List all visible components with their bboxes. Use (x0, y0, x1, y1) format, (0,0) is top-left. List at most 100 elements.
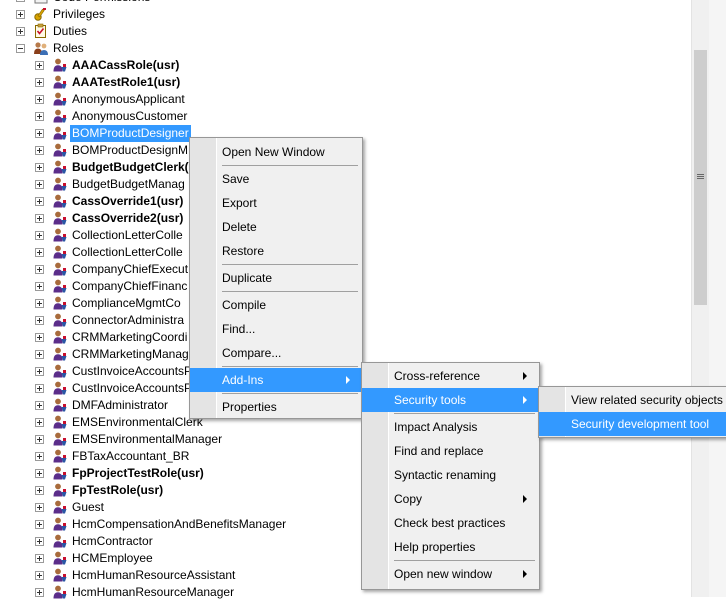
menu-item-find[interactable]: Find... (190, 317, 362, 341)
tree-vertical-scrollbar[interactable] (691, 0, 709, 597)
menu-item-duplicate[interactable]: Duplicate (190, 266, 362, 290)
expand-icon[interactable] (16, 10, 25, 19)
role-icon (52, 533, 68, 549)
menu-item-label: Help properties (394, 540, 476, 554)
submenu-arrow-icon (523, 495, 527, 503)
node-label: DMFAdministrator (72, 398, 169, 412)
menu-item-open-new-window[interactable]: Open New Window (190, 140, 362, 164)
expand-icon[interactable] (35, 78, 44, 87)
expand-icon[interactable] (35, 231, 44, 240)
expand-icon[interactable] (35, 588, 44, 597)
role-icon (52, 567, 68, 583)
scrollbar-grip (697, 176, 704, 177)
menu-item-properties[interactable]: Properties (190, 395, 362, 419)
expand-icon[interactable] (35, 299, 44, 308)
menu-item-label: Check best practices (394, 516, 506, 530)
expand-icon[interactable] (35, 537, 44, 546)
expand-icon[interactable] (16, 0, 25, 2)
add-ins-item-security-tools[interactable]: Security tools (362, 388, 539, 412)
menu-item-label: Delete (222, 220, 257, 234)
node-label: HcmContractor (72, 534, 153, 548)
expand-icon[interactable] (35, 469, 44, 478)
security-tools-item-view-related-security-objects[interactable]: View related security objects (539, 388, 726, 412)
expand-icon[interactable] (35, 282, 44, 291)
expand-icon[interactable] (35, 112, 44, 121)
expand-icon[interactable] (35, 180, 44, 189)
menu-item-compare[interactable]: Compare... (190, 341, 362, 365)
add-ins-item-cross-reference[interactable]: Cross-reference (362, 364, 539, 388)
menu-item-save[interactable]: Save (190, 167, 362, 191)
expand-icon[interactable] (35, 452, 44, 461)
security-tools-item-security-development-tool[interactable]: Security development tool (539, 412, 726, 436)
expand-icon[interactable] (35, 571, 44, 580)
menu-separator (222, 291, 358, 292)
role-icon (52, 91, 68, 107)
submenu-arrow-icon (523, 570, 527, 578)
role-icon (52, 261, 68, 277)
menu-item-label: Security development tool (571, 417, 710, 431)
menu-item-compile[interactable]: Compile (190, 293, 362, 317)
submenu-arrow-icon (346, 376, 350, 384)
role-icon (52, 74, 68, 90)
node-label: CollectionLetterColle (72, 228, 183, 242)
add-ins-item-help-properties[interactable]: Help properties (362, 535, 539, 559)
expand-icon[interactable] (35, 503, 44, 512)
expand-icon[interactable] (35, 316, 44, 325)
node-label: BudgetBudgetManag (72, 177, 185, 191)
expand-icon[interactable] (35, 197, 44, 206)
scrollbar-thumb[interactable] (694, 50, 707, 305)
menu-item-label: Find and replace (394, 444, 484, 458)
node-label: CassOverride2(usr) (72, 211, 184, 225)
node-label: EMSEnvironmentalClerk (72, 415, 203, 429)
expand-icon[interactable] (35, 367, 44, 376)
menu-item-add-ins[interactable]: Add-Ins (190, 368, 362, 392)
privileges-icon (33, 6, 49, 22)
expand-icon[interactable] (35, 248, 44, 257)
expand-icon[interactable] (35, 95, 44, 104)
role-icon (52, 482, 68, 498)
expand-icon[interactable] (35, 265, 44, 274)
menu-item-delete[interactable]: Delete (190, 215, 362, 239)
role-icon (52, 159, 68, 175)
node-label: CustInvoiceAccountsP (72, 381, 193, 395)
node-label: Privileges (53, 7, 106, 21)
add-ins-item-copy[interactable]: Copy (362, 487, 539, 511)
menu-separator (222, 393, 358, 394)
expand-icon[interactable] (35, 418, 44, 427)
menu-item-label: Compile (222, 298, 267, 312)
menu-item-label: Save (222, 172, 250, 186)
expand-icon[interactable] (35, 163, 44, 172)
expand-icon[interactable] (35, 146, 44, 155)
menu-item-label: Duplicate (222, 271, 273, 285)
expand-icon[interactable] (16, 27, 25, 36)
node-label: FBTaxAccountant_BR (72, 449, 190, 463)
menu-item-restore[interactable]: Restore (190, 239, 362, 263)
add-ins-item-impact-analysis[interactable]: Impact Analysis (362, 415, 539, 439)
menu-item-label: Properties (222, 400, 277, 414)
expand-icon[interactable] (35, 435, 44, 444)
add-ins-item-syntactic-renaming[interactable]: Syntactic renaming (362, 463, 539, 487)
expand-icon[interactable] (35, 520, 44, 529)
expand-icon[interactable] (35, 486, 44, 495)
node-label: CustInvoiceAccountsP (72, 364, 193, 378)
collapse-icon[interactable] (16, 44, 25, 53)
menu-item-export[interactable]: Export (190, 191, 362, 215)
expand-icon[interactable] (35, 554, 44, 563)
role-icon (52, 210, 68, 226)
add-ins-item-check-best-practices[interactable]: Check best practices (362, 511, 539, 535)
node-label: AnonymousCustomer (72, 109, 188, 123)
node-label: BOMProductDesigner (70, 125, 191, 142)
role-icon (52, 125, 68, 141)
expand-icon[interactable] (35, 61, 44, 70)
add-ins-item-find-and-replace[interactable]: Find and replace (362, 439, 539, 463)
expand-icon[interactable] (35, 350, 44, 359)
add-ins-item-open-new-window[interactable]: Open new window (362, 562, 539, 586)
expand-icon[interactable] (35, 333, 44, 342)
role-icon (52, 244, 68, 260)
node-label: CassOverride1(usr) (72, 194, 184, 208)
expand-icon[interactable] (35, 129, 44, 138)
expand-icon[interactable] (35, 384, 44, 393)
expand-icon[interactable] (35, 214, 44, 223)
expand-icon[interactable] (35, 401, 44, 410)
role-icon (52, 363, 68, 379)
